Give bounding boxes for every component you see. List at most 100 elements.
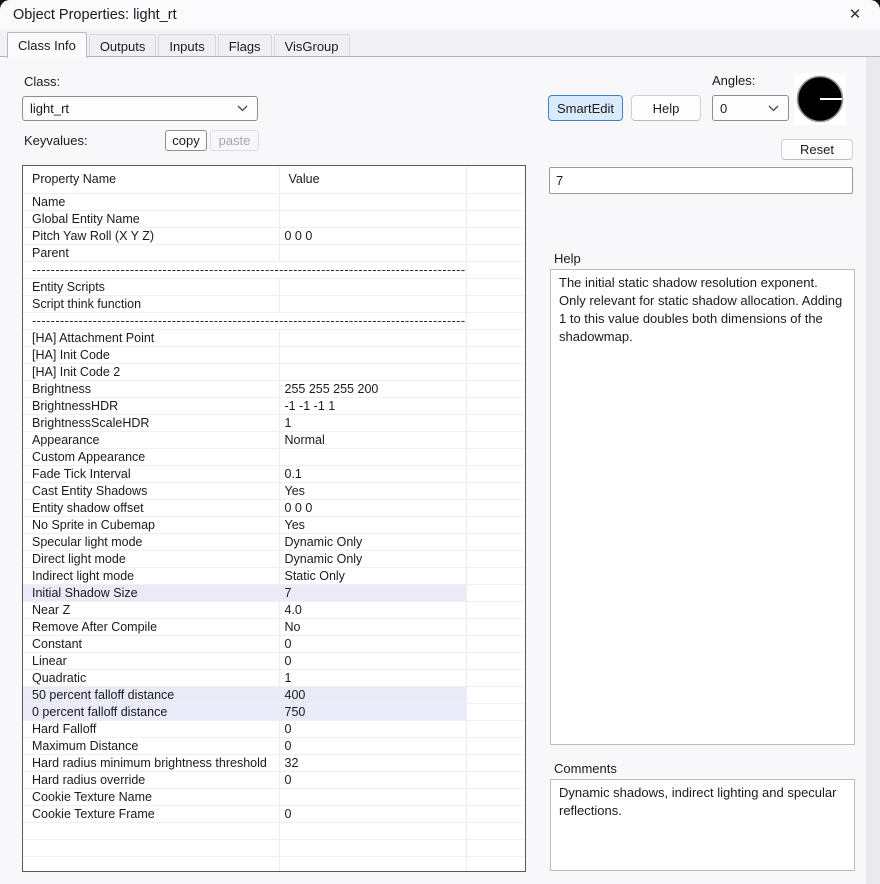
- property-row[interactable]: [HA] Init Code 2: [23, 363, 525, 380]
- property-value-cell[interactable]: Static Only: [279, 567, 466, 584]
- comments-input[interactable]: Dynamic shadows, indirect lighting and s…: [550, 779, 855, 871]
- property-value-cell[interactable]: 0.1: [279, 465, 466, 482]
- property-value-cell[interactable]: 4.0: [279, 601, 466, 618]
- property-row[interactable]: Entity Scripts: [23, 278, 525, 295]
- property-name-cell[interactable]: Entity shadow offset: [23, 499, 279, 516]
- property-value-cell[interactable]: Yes: [279, 482, 466, 499]
- copy-button[interactable]: copy: [165, 130, 207, 151]
- property-name-cell[interactable]: Initial Shadow Size: [23, 584, 279, 601]
- property-value-cell[interactable]: No: [279, 618, 466, 635]
- property-row[interactable]: Indirect light modeStatic Only: [23, 567, 525, 584]
- property-value-cell[interactable]: [279, 363, 466, 380]
- property-name-cell[interactable]: BrightnessScaleHDR: [23, 414, 279, 431]
- property-value-cell[interactable]: 255 255 255 200: [279, 380, 466, 397]
- property-value-cell[interactable]: 0 0 0: [279, 227, 466, 244]
- property-row[interactable]: Near Z4.0: [23, 601, 525, 618]
- property-row[interactable]: [23, 822, 525, 839]
- property-value-input[interactable]: [549, 167, 853, 194]
- class-dropdown[interactable]: light_rt: [22, 96, 258, 121]
- property-name-cell[interactable]: [23, 839, 279, 856]
- property-separator-row[interactable]: ----------------------------------------…: [23, 312, 525, 329]
- property-name-cell[interactable]: Hard Falloff: [23, 720, 279, 737]
- property-name-cell[interactable]: Remove After Compile: [23, 618, 279, 635]
- angles-dropdown[interactable]: 0: [712, 95, 789, 121]
- property-row[interactable]: [HA] Init Code: [23, 346, 525, 363]
- property-name-cell[interactable]: Direct light mode: [23, 550, 279, 567]
- property-name-cell[interactable]: 0 percent falloff distance: [23, 703, 279, 720]
- property-value-cell[interactable]: 400: [279, 686, 466, 703]
- property-name-cell[interactable]: Hard radius minimum brightness threshold: [23, 754, 279, 771]
- property-name-cell[interactable]: Hard radius override: [23, 771, 279, 788]
- property-name-cell[interactable]: Fade Tick Interval: [23, 465, 279, 482]
- property-value-cell[interactable]: [279, 244, 466, 261]
- property-name-cell[interactable]: Appearance: [23, 431, 279, 448]
- property-row[interactable]: No Sprite in CubemapYes: [23, 516, 525, 533]
- property-value-cell[interactable]: [279, 822, 466, 839]
- tab-visgroup[interactable]: VisGroup: [274, 34, 350, 57]
- property-value-cell[interactable]: [279, 329, 466, 346]
- property-name-cell[interactable]: Brightness: [23, 380, 279, 397]
- property-value-cell[interactable]: 0 0 0: [279, 499, 466, 516]
- property-name-cell[interactable]: Quadratic: [23, 669, 279, 686]
- property-row[interactable]: AppearanceNormal: [23, 431, 525, 448]
- property-name-cell[interactable]: Maximum Distance: [23, 737, 279, 754]
- property-row[interactable]: Parent: [23, 244, 525, 261]
- property-name-cell[interactable]: Specular light mode: [23, 533, 279, 550]
- property-row[interactable]: Initial Shadow Size7: [23, 584, 525, 601]
- property-value-cell[interactable]: 1: [279, 669, 466, 686]
- property-value-cell[interactable]: 32: [279, 754, 466, 771]
- property-row[interactable]: Cookie Texture Frame0: [23, 805, 525, 822]
- tab-class-info[interactable]: Class Info: [7, 32, 87, 58]
- property-name-cell[interactable]: [HA] Init Code 2: [23, 363, 279, 380]
- property-separator-row[interactable]: ----------------------------------------…: [23, 261, 525, 278]
- property-row[interactable]: BrightnessScaleHDR1: [23, 414, 525, 431]
- property-name-cell[interactable]: Indirect light mode: [23, 567, 279, 584]
- property-row[interactable]: Custom Appearance: [23, 448, 525, 465]
- property-name-cell[interactable]: [HA] Attachment Point: [23, 329, 279, 346]
- property-row[interactable]: BrightnessHDR-1 -1 -1 1: [23, 397, 525, 414]
- property-value-cell[interactable]: 0: [279, 737, 466, 754]
- property-name-cell[interactable]: Cookie Texture Frame: [23, 805, 279, 822]
- property-value-cell[interactable]: [279, 295, 466, 312]
- property-value-cell[interactable]: 750: [279, 703, 466, 720]
- property-row[interactable]: Constant0: [23, 635, 525, 652]
- property-value-cell[interactable]: 0: [279, 805, 466, 822]
- property-row[interactable]: Name: [23, 193, 525, 210]
- property-name-cell[interactable]: Parent: [23, 244, 279, 261]
- property-value-cell[interactable]: Normal: [279, 431, 466, 448]
- property-value-cell[interactable]: 1: [279, 414, 466, 431]
- property-row[interactable]: 0 percent falloff distance750: [23, 703, 525, 720]
- property-value-cell[interactable]: [279, 210, 466, 227]
- property-value-cell[interactable]: [279, 448, 466, 465]
- property-value-cell[interactable]: [279, 346, 466, 363]
- property-grid[interactable]: Property Name Value NameGlobal Entity Na…: [22, 165, 526, 872]
- property-row[interactable]: Cookie Texture Name: [23, 788, 525, 805]
- smartedit-button[interactable]: SmartEdit: [548, 95, 623, 121]
- property-value-cell[interactable]: Dynamic Only: [279, 533, 466, 550]
- paste-button[interactable]: paste: [210, 130, 259, 151]
- property-row[interactable]: Specular light modeDynamic Only: [23, 533, 525, 550]
- property-name-cell[interactable]: Pitch Yaw Roll (X Y Z): [23, 227, 279, 244]
- property-row[interactable]: Remove After CompileNo: [23, 618, 525, 635]
- property-value-cell[interactable]: 7: [279, 584, 466, 601]
- help-button[interactable]: Help: [631, 95, 701, 121]
- property-name-cell[interactable]: Cast Entity Shadows: [23, 482, 279, 499]
- property-name-cell[interactable]: [23, 822, 279, 839]
- property-name-cell[interactable]: 50 percent falloff distance: [23, 686, 279, 703]
- property-row[interactable]: 50 percent falloff distance400: [23, 686, 525, 703]
- property-value-cell[interactable]: [279, 278, 466, 295]
- property-name-cell[interactable]: Entity Scripts: [23, 278, 279, 295]
- property-value-cell[interactable]: [279, 856, 466, 872]
- property-row[interactable]: [23, 856, 525, 872]
- property-row[interactable]: Quadratic1: [23, 669, 525, 686]
- property-row[interactable]: Fade Tick Interval0.1: [23, 465, 525, 482]
- property-value-cell[interactable]: 0: [279, 635, 466, 652]
- tab-outputs[interactable]: Outputs: [89, 34, 157, 57]
- property-row[interactable]: Direct light modeDynamic Only: [23, 550, 525, 567]
- angle-dial[interactable]: [794, 73, 846, 125]
- property-row[interactable]: Global Entity Name: [23, 210, 525, 227]
- property-row[interactable]: Entity shadow offset0 0 0: [23, 499, 525, 516]
- property-name-cell[interactable]: Global Entity Name: [23, 210, 279, 227]
- property-name-cell[interactable]: Custom Appearance: [23, 448, 279, 465]
- property-value-cell[interactable]: 0: [279, 652, 466, 669]
